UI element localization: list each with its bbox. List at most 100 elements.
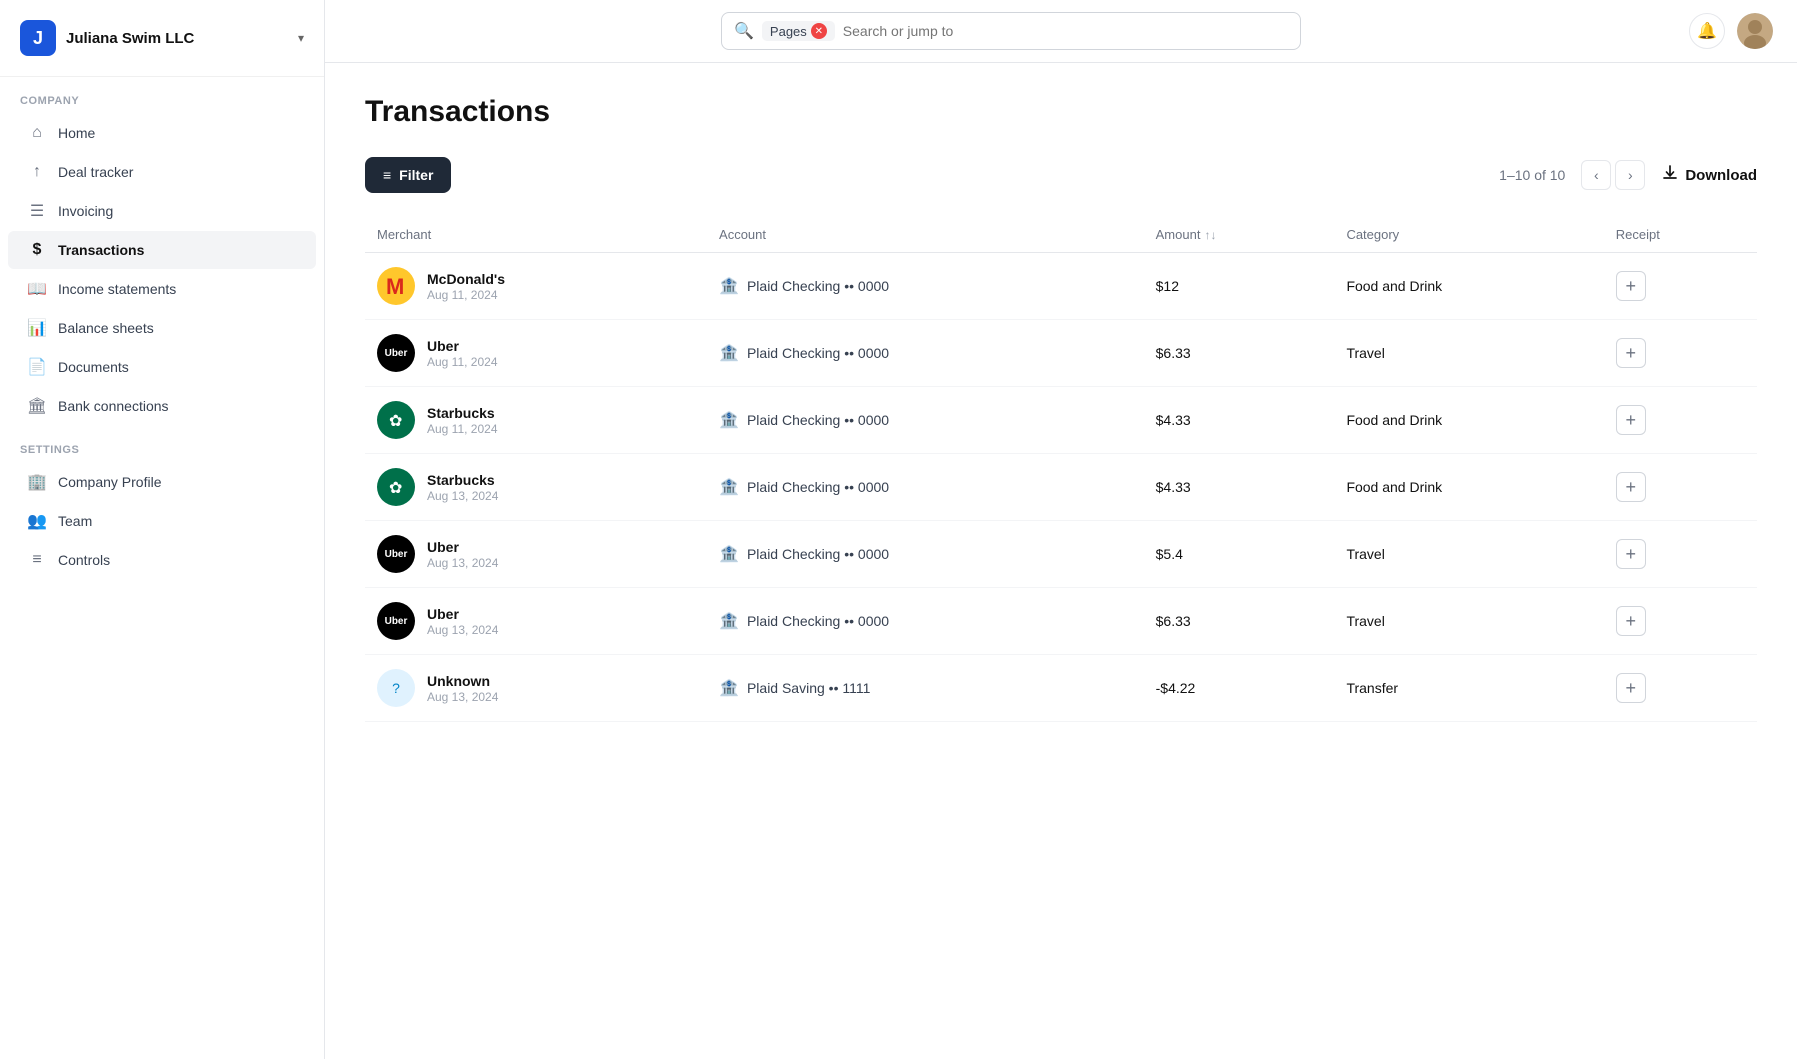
deal-tracker-icon: ↑ [28, 163, 46, 181]
home-icon: ⌂ [28, 124, 46, 142]
sidebar-item-income-statements[interactable]: 📖 Income statements [8, 270, 316, 308]
sidebar-item-label-balance-sheets: Balance sheets [58, 320, 154, 336]
search-bar[interactable]: 🔍 Pages ✕ [721, 12, 1301, 50]
merchant-cell-1: UberUberAug 11, 2024 [365, 320, 707, 387]
merchant-cell-6: ?UnknownAug 13, 2024 [365, 655, 707, 722]
table-row: M McDonald'sAug 11, 2024🏦 Plaid Checking… [365, 253, 1757, 320]
add-receipt-button[interactable]: + [1616, 405, 1646, 435]
bank-icon: 🏦 [719, 611, 739, 631]
add-receipt-button[interactable]: + [1616, 338, 1646, 368]
sidebar-item-balance-sheets[interactable]: 📊 Balance sheets [8, 309, 316, 347]
team-icon: 👥 [28, 512, 46, 530]
search-icon: 🔍 [734, 21, 754, 41]
merchant-name: Starbucks [427, 405, 498, 421]
sidebar-section-label-1: Settings [0, 426, 324, 462]
add-receipt-button[interactable]: + [1616, 673, 1646, 703]
table-row: ✿ StarbucksAug 11, 2024🏦 Plaid Checking … [365, 387, 1757, 454]
sidebar-section-label-0: Company [0, 77, 324, 113]
pagination-buttons: ‹ › [1581, 160, 1645, 190]
add-receipt-button[interactable]: + [1616, 539, 1646, 569]
notification-button[interactable]: 🔔 [1689, 13, 1725, 49]
table-body: M McDonald'sAug 11, 2024🏦 Plaid Checking… [365, 253, 1757, 722]
bank-icon: 🏦 [719, 477, 739, 497]
search-input[interactable] [843, 23, 1288, 39]
sidebar-item-transactions[interactable]: $Transactions [8, 231, 316, 269]
next-page-button[interactable]: › [1615, 160, 1645, 190]
add-receipt-button[interactable]: + [1616, 271, 1646, 301]
table-row: UberUberAug 13, 2024🏦 Plaid Checking •• … [365, 521, 1757, 588]
merchant-date: Aug 13, 2024 [427, 556, 498, 570]
sidebar-item-documents[interactable]: 📄Documents [8, 348, 316, 386]
merchant-name: Uber [427, 606, 498, 622]
amount-cell-1: $6.33 [1144, 320, 1335, 387]
svg-text:M: M [386, 274, 404, 299]
account-text: Plaid Checking •• 0000 [747, 479, 889, 495]
account-text: Plaid Checking •• 0000 [747, 613, 889, 629]
invoicing-icon: ☰ [28, 202, 46, 220]
toolbar: ≡ Filter 1–10 of 10 ‹ › Download [365, 157, 1757, 193]
page-title: Transactions [365, 95, 1757, 129]
sidebar-item-label-team: Team [58, 513, 92, 529]
balance-sheets-icon: 📊 [28, 319, 46, 337]
merchant-logo: M [377, 267, 415, 305]
sidebar-item-label-income-statements: Income statements [58, 281, 176, 297]
amount-cell-0: $12 [1144, 253, 1335, 320]
account-cell-5: 🏦 Plaid Checking •• 0000 [707, 588, 1144, 655]
merchant-name: Starbucks [427, 472, 498, 488]
chevron-down-icon: ▾ [298, 31, 304, 45]
merchant-cell-2: ✿ StarbucksAug 11, 2024 [365, 387, 707, 454]
clear-search-tag-button[interactable]: ✕ [811, 23, 827, 39]
sidebar-item-label-controls: Controls [58, 552, 110, 568]
sidebar: J Juliana Swim LLC ▾ Company ⌂ Home ↑Deal t… [0, 0, 325, 1059]
previous-page-button[interactable]: ‹ [1581, 160, 1611, 190]
sidebar-item-deal-tracker[interactable]: ↑Deal tracker [8, 153, 316, 191]
th-category: Category [1334, 217, 1603, 253]
company-switcher[interactable]: J Juliana Swim LLC ▾ [0, 0, 324, 77]
documents-icon: 📄 [28, 358, 46, 376]
sort-icon: ↑↓ [1204, 228, 1216, 242]
sidebar-item-label-transactions: Transactions [58, 242, 144, 258]
bank-icon: 🏦 [719, 410, 739, 430]
account-text: Plaid Checking •• 0000 [747, 278, 889, 294]
sidebar-item-team[interactable]: 👥 Team [8, 502, 316, 540]
table-row: ?UnknownAug 13, 2024🏦 Plaid Saving •• 11… [365, 655, 1757, 722]
table-row: UberUberAug 13, 2024🏦 Plaid Checking •• … [365, 588, 1757, 655]
merchant-name: Uber [427, 539, 498, 555]
sidebar-item-controls[interactable]: ≡Controls [8, 541, 316, 579]
add-receipt-button[interactable]: + [1616, 606, 1646, 636]
merchant-date: Aug 13, 2024 [427, 489, 498, 503]
sidebar-item-label-home: Home [58, 125, 95, 141]
merchant-logo: Uber [377, 535, 415, 573]
th-amount[interactable]: Amount ↑↓ [1144, 217, 1335, 253]
bank-connections-icon: 🏛 [28, 397, 46, 415]
sidebar-item-invoicing[interactable]: ☰Invoicing [8, 192, 316, 230]
company-logo: J [20, 20, 56, 56]
merchant-date: Aug 13, 2024 [427, 690, 498, 704]
table-header: Merchant Account Amount ↑↓ Category Rece… [365, 217, 1757, 253]
svg-text:✿: ✿ [389, 480, 402, 497]
account-cell-0: 🏦 Plaid Checking •• 0000 [707, 253, 1144, 320]
filter-icon: ≡ [383, 167, 391, 183]
svg-text:✿: ✿ [389, 413, 402, 430]
merchant-cell-4: UberUberAug 13, 2024 [365, 521, 707, 588]
sidebar-item-home[interactable]: ⌂ Home [8, 114, 316, 152]
sidebar-item-bank-connections[interactable]: 🏛Bank connections [8, 387, 316, 425]
filter-button[interactable]: ≡ Filter [365, 157, 451, 193]
receipt-cell-1: + [1604, 320, 1757, 387]
receipt-cell-4: + [1604, 521, 1757, 588]
th-receipt: Receipt [1604, 217, 1757, 253]
income-statements-icon: 📖 [28, 280, 46, 298]
download-button[interactable]: Download [1661, 164, 1757, 186]
search-tag: Pages ✕ [762, 21, 835, 41]
receipt-cell-6: + [1604, 655, 1757, 722]
account-cell-3: 🏦 Plaid Checking •• 0000 [707, 454, 1144, 521]
add-receipt-button[interactable]: + [1616, 472, 1646, 502]
merchant-logo: Uber [377, 602, 415, 640]
merchant-logo: ✿ [377, 401, 415, 439]
merchant-date: Aug 11, 2024 [427, 355, 498, 369]
bank-icon: 🏦 [719, 544, 739, 564]
avatar[interactable] [1737, 13, 1773, 49]
category-cell-1: Travel [1334, 320, 1603, 387]
merchant-name: Unknown [427, 673, 498, 689]
sidebar-item-company-profile[interactable]: 🏢Company Profile [8, 463, 316, 501]
